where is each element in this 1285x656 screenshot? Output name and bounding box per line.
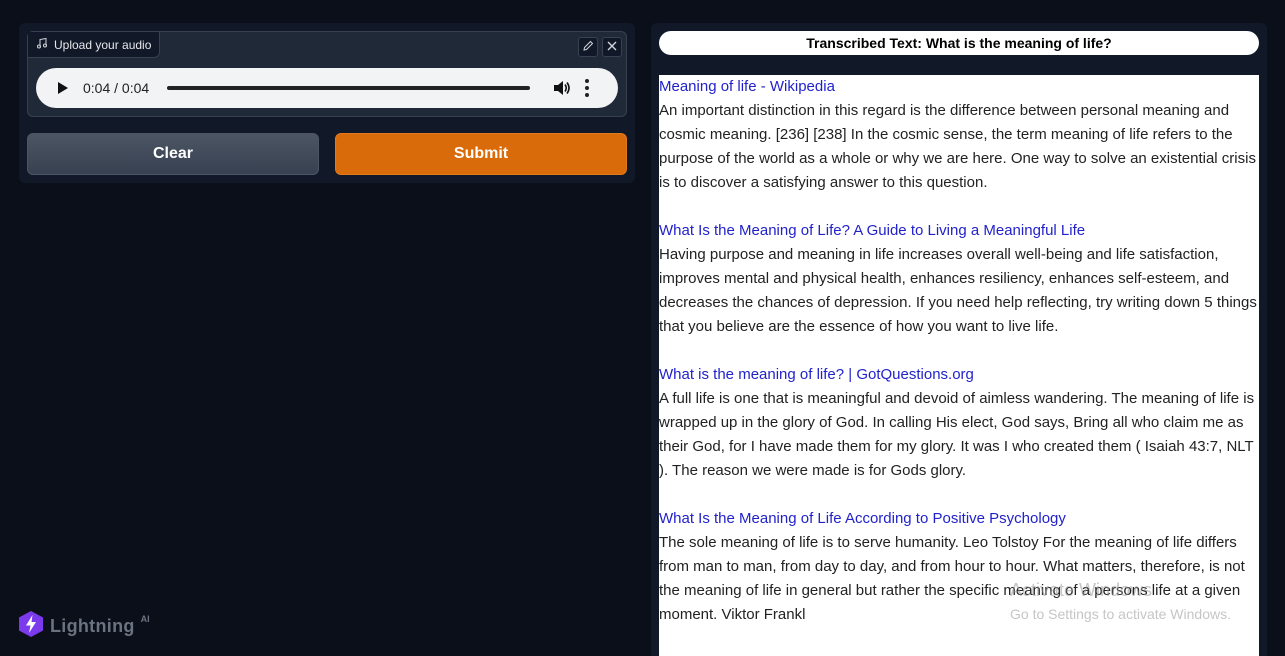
transcribed-title: Transcribed Text: What is the meaning of… — [659, 31, 1259, 55]
submit-button[interactable]: Submit — [335, 133, 627, 175]
volume-icon[interactable] — [552, 78, 572, 98]
result-snippet: Having purpose and meaning in life incre… — [659, 246, 1257, 335]
audio-progress-bar[interactable] — [167, 86, 531, 90]
result-link[interactable]: Meaning of life - Wikipedia — [659, 75, 1259, 99]
logo-superscript: AI — [140, 613, 150, 624]
clear-button[interactable]: Clear — [27, 133, 319, 175]
play-icon[interactable] — [56, 81, 70, 95]
result-snippet: An important distinction in this regard … — [659, 102, 1256, 191]
remove-audio-button[interactable] — [602, 37, 622, 57]
lightning-ai-logo[interactable]: Lightning AI — [18, 610, 150, 643]
output-panel: Transcribed Text: What is the meaning of… — [651, 23, 1267, 656]
watermark-subtitle: Go to Settings to activate Windows. — [1010, 606, 1231, 622]
more-options-icon[interactable] — [584, 79, 590, 97]
upload-audio-label: Upload your audio — [28, 32, 161, 58]
logo-text: Lightning — [50, 616, 135, 636]
edit-audio-button[interactable] — [578, 37, 598, 57]
search-results: Meaning of life - Wikipedia An important… — [659, 75, 1259, 656]
result-link[interactable]: What is the meaning of life? | GotQuesti… — [659, 363, 1259, 387]
audio-time: 0:04 / 0:04 — [83, 80, 150, 96]
result-item: Meaning of life - Wikipedia An important… — [659, 75, 1259, 195]
lightning-bolt-icon — [18, 610, 44, 643]
result-item: What Is the Meaning of Life? A Guide to … — [659, 219, 1259, 339]
result-link[interactable]: What Is the Meaning of Life? A Guide to … — [659, 219, 1259, 243]
close-icon — [606, 40, 618, 55]
result-snippet: A full life is one that is meaningful an… — [659, 390, 1255, 479]
audio-player: 0:04 / 0:04 — [36, 68, 618, 108]
pencil-icon — [582, 40, 594, 55]
audio-upload-block: Upload your audio 0:04 / 0:04 — [27, 31, 627, 117]
input-panel: Upload your audio 0:04 / 0:04 Clear Subm… — [19, 23, 635, 183]
music-note-icon — [36, 37, 48, 52]
windows-activation-watermark: Activate Windows Go to Settings to activ… — [1010, 578, 1231, 626]
result-link[interactable]: What Is the Meaning of Life According to… — [659, 507, 1259, 531]
watermark-title: Activate Windows — [1010, 580, 1153, 600]
result-item: What is the meaning of life? | GotQuesti… — [659, 363, 1259, 483]
upload-audio-text: Upload your audio — [54, 37, 152, 52]
